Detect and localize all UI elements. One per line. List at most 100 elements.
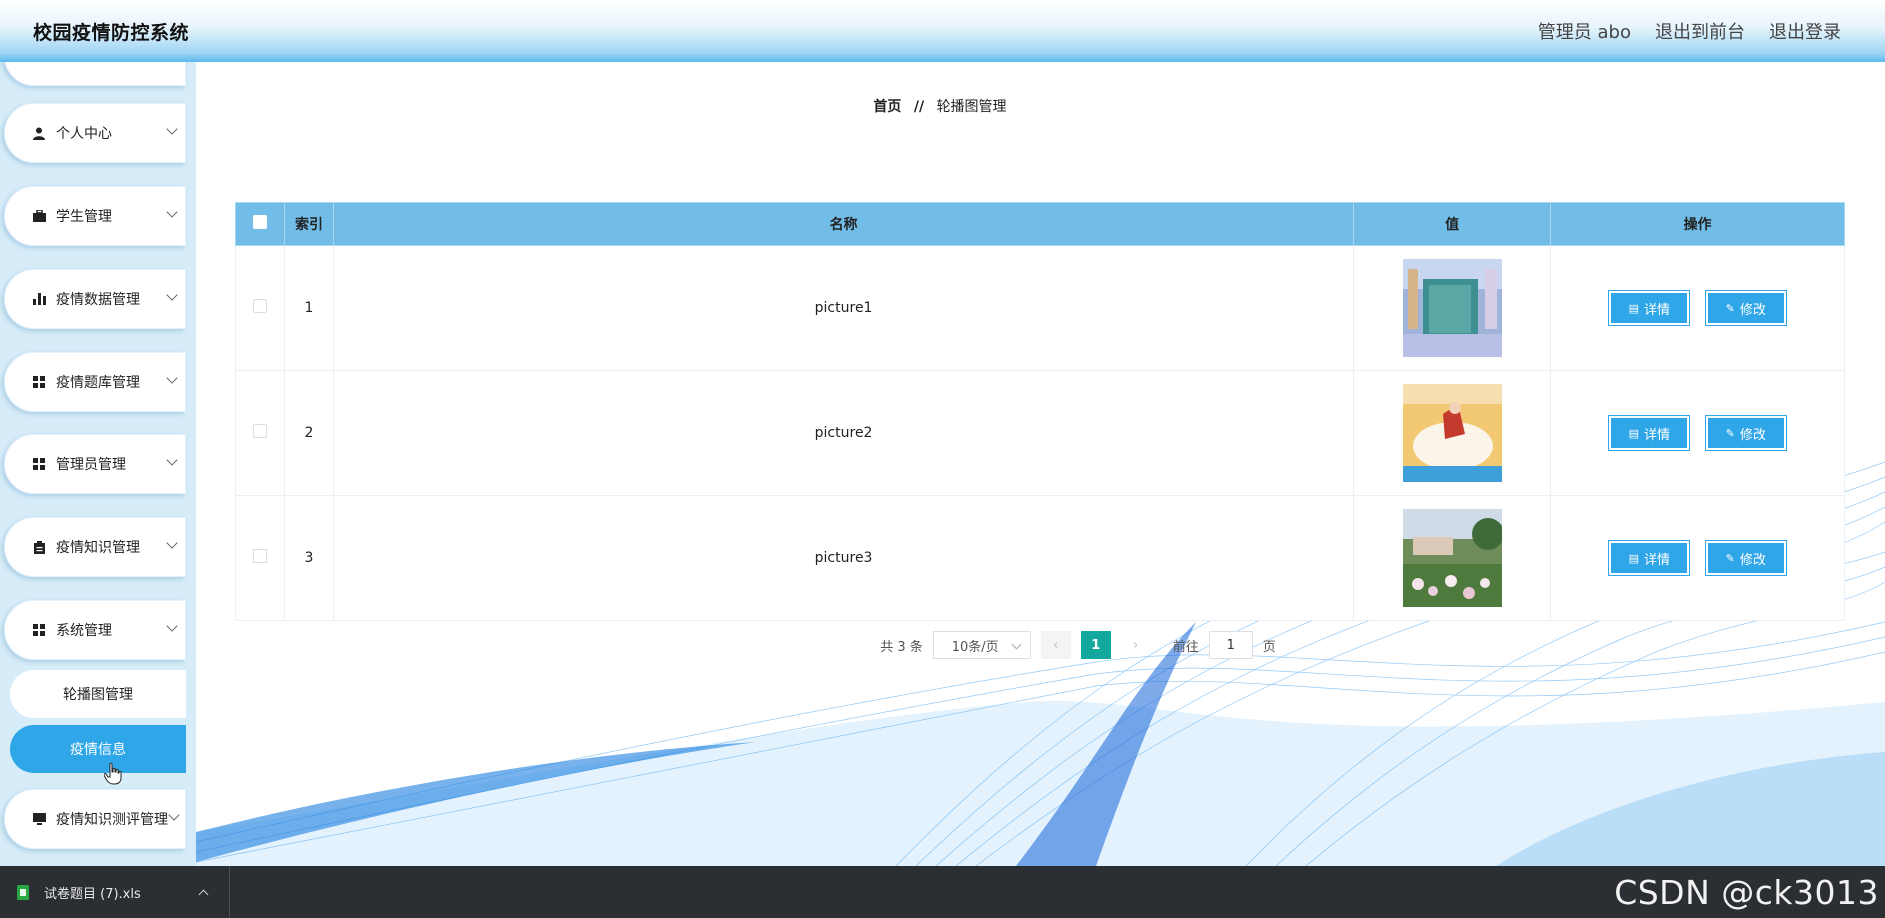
sidebar-item-admin-management[interactable]: 管理员管理 [4,434,186,494]
bar-chart-icon [32,292,46,306]
sidebar-item-epidemic-data[interactable]: 疫情数据管理 [4,269,186,329]
grid-icon [32,375,46,389]
prev-page-button[interactable]: ‹ [1040,631,1071,659]
clipboard-icon [32,540,46,554]
header-links: 管理员 abo 退出到前台 退出登录 [1538,18,1841,44]
detail-button[interactable]: ▤ 详情 [1608,540,1691,576]
pencil-icon: ✎ [1725,551,1735,565]
row-index: 1 [283,245,334,371]
pagination: 共 3 条 10条/页 ‹ 1 › 前往 1 页 [196,631,1885,659]
document-icon: ▤ [1628,551,1640,565]
submenu-carousel-management[interactable]: 轮播图管理 [10,670,186,718]
sidebar-item-label: 个人中心 [56,126,112,142]
chevron-left-icon: ‹ [1053,637,1059,653]
person-icon [32,126,46,140]
col-index: 索引 [283,202,334,246]
sidebar-item-label: 疫情数据管理 [56,292,140,308]
row-checkbox[interactable] [252,299,267,313]
sidebar-item-label: 疫情知识测评管理 [56,812,168,828]
row-index: 2 [283,370,334,496]
sidebar-item-label: 疫情知识管理 [56,540,140,556]
table-row: 2 picture2 ▤ 详情 ✎ 修改 [235,370,1845,496]
download-filename: 试卷题目 (7).xls [44,886,141,902]
breadcrumb-home[interactable]: 首页 [873,99,901,115]
row-checkbox[interactable] [252,549,267,563]
chevron-right-icon: › [1133,637,1139,653]
row-name: picture1 [332,245,1355,371]
document-icon: ▤ [1628,301,1640,315]
sidebar-item-student-management[interactable]: 学生管理 [4,186,186,246]
excel-file-icon [17,884,29,900]
logout-link[interactable]: 退出登录 [1769,18,1841,44]
chevron-down-icon [166,620,178,632]
chevron-down-icon [166,454,178,466]
chevron-down-icon [166,206,178,218]
sidebar-item-partial[interactable] [4,62,186,86]
carousel-table: 索引 名称 值 操作 1 picture1 ▤ 详情 ✎ 修改 2 pictur… [235,202,1845,621]
breadcrumb-separator: // [913,99,925,115]
sidebar: 个人中心 学生管理 疫情数据管理 疫情题库管理 管理员管理 疫情知识管理 系统管… [0,62,196,866]
col-actions: 操作 [1550,202,1845,246]
exit-to-frontend-link[interactable]: 退出到前台 [1655,18,1745,44]
main-content: 首页 // 轮播图管理 索引 名称 值 操作 1 picture1 ▤ 详情 ✎… [196,62,1885,866]
pencil-icon: ✎ [1725,301,1735,315]
col-value: 值 [1353,202,1552,246]
total-count: 共 3 条 [880,639,923,655]
sidebar-item-label: 疫情题库管理 [56,375,140,391]
chevron-up-icon[interactable] [198,889,209,899]
edit-button[interactable]: ✎ 修改 [1704,415,1787,451]
row-name: picture3 [332,495,1355,621]
chevron-down-icon [166,372,178,384]
edit-button[interactable]: ✎ 修改 [1704,540,1787,576]
table-row: 1 picture1 ▤ 详情 ✎ 修改 [235,245,1845,371]
sidebar-item-question-bank[interactable]: 疫情题库管理 [4,352,186,412]
pencil-icon: ✎ [1725,426,1735,440]
detail-button[interactable]: ▤ 详情 [1608,290,1691,326]
sidebar-item-knowledge-test[interactable]: 疫情知识测评管理 [4,789,186,849]
cartoon-photo [1402,384,1502,482]
grid-icon [32,623,46,637]
select-all-checkbox[interactable] [252,215,267,229]
submenu-epidemic-info[interactable]: 疫情信息 [10,725,186,773]
sidebar-item-label: 系统管理 [56,623,112,639]
goto-page-input[interactable]: 1 [1208,631,1253,659]
hand-cursor-icon [104,763,122,785]
briefcase-icon [32,209,46,223]
download-item[interactable]: 试卷题目 (7).xls [0,866,230,918]
chevron-down-icon [166,289,178,301]
row-checkbox[interactable] [252,424,267,438]
detail-button[interactable]: ▤ 详情 [1608,415,1691,451]
sidebar-item-personal-center[interactable]: 个人中心 [4,103,186,163]
page-size-select[interactable]: 10条/页 [932,631,1031,659]
breadcrumb-current: 轮播图管理 [936,99,1007,115]
monitor-icon [32,812,46,826]
app-title: 校园疫情防控系统 [33,21,190,44]
grid-icon [32,457,46,471]
sidebar-item-knowledge-management[interactable]: 疫情知识管理 [4,517,186,577]
sidebar-item-label: 管理员管理 [56,457,126,473]
top-header: 校园疫情防控系统 管理员 abo 退出到前台 退出登录 [0,0,1885,62]
chevron-down-icon [168,809,180,821]
col-name: 名称 [332,202,1355,246]
table-row: 3 picture3 ▤ 详情 ✎ 修改 [235,495,1845,621]
select-all-cell [235,202,285,246]
edit-button[interactable]: ✎ 修改 [1704,290,1787,326]
table-header-row: 索引 名称 值 操作 [235,202,1845,246]
classroom-photo [1402,259,1502,357]
row-name: picture2 [332,370,1355,496]
watermark: CSDN @ck3013 [1614,873,1879,912]
goto-suffix: 页 [1262,639,1276,655]
goto-label: 前往 [1172,639,1199,655]
admin-user-link[interactable]: 管理员 abo [1538,18,1631,44]
row-index: 3 [283,495,334,621]
document-icon: ▤ [1628,426,1640,440]
next-page-button[interactable]: › [1121,631,1151,659]
breadcrumb: 首页 // 轮播图管理 [196,96,1684,116]
sidebar-item-label: 学生管理 [56,209,112,225]
sidebar-item-system-management[interactable]: 系统管理 [4,600,186,660]
chevron-down-icon [166,537,178,549]
download-bar: 试卷题目 (7).xls CSDN @ck3013 [0,866,1885,918]
campus-flowers-photo [1402,509,1502,607]
page-number-active[interactable]: 1 [1080,631,1111,659]
chevron-down-icon [166,123,178,135]
